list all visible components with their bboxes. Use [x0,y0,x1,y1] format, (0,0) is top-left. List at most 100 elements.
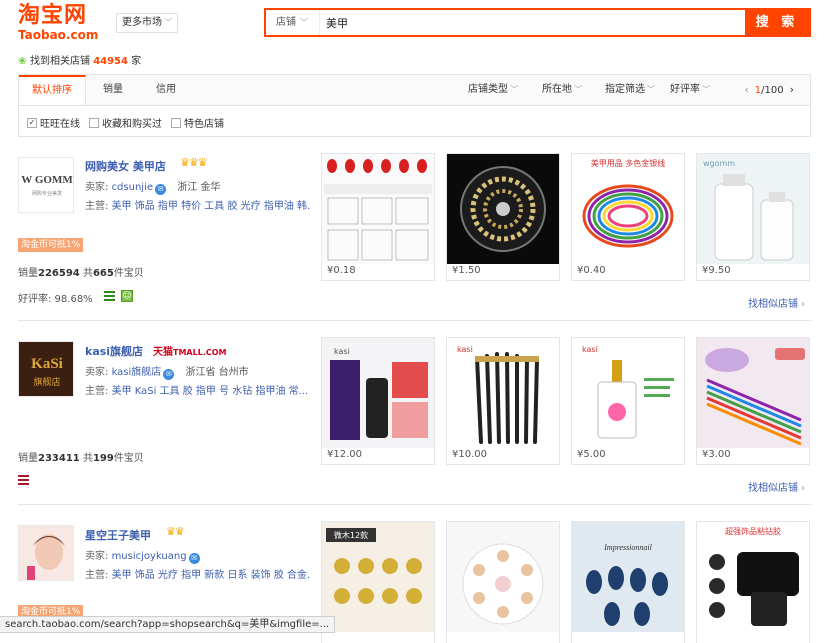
shop-logo-image: W GOMM 网购专业美发 [21,174,73,197]
checkbox-icon [171,117,181,128]
wangwang-chat-icon[interactable]: ✉ [188,553,200,564]
wangwang-chat-icon[interactable]: ✉ [155,184,167,195]
main-business: 主营: 美甲 饰品 光疗 指甲 新款 日系 装饰 胶 合金... [85,566,310,581]
shop-name-link[interactable]: kasi旗舰店 [85,343,143,359]
shop-logo[interactable]: KaSi 旗舰店 [18,341,74,397]
seller-line: 卖家: kasi旗舰店 ✉ 浙江省 台州市 [85,363,249,380]
logo-english: Taobao.com [18,28,99,42]
wangwang-chat-icon[interactable]: ✉ [163,369,175,380]
tab-default-sort[interactable]: 默认排序 [19,75,86,105]
search-input[interactable] [320,10,745,35]
check-label: 旺旺在线 [40,119,80,130]
main-keywords[interactable]: 美甲 KaSi 工具 胶 指甲 号 水钻 指甲油 常... [112,386,309,397]
product-image-caption: 超强饰品粘钻胶 [725,526,781,536]
product-card[interactable]: kasi ¥5.00 [571,337,685,465]
filter-specified[interactable]: 指定筛选 ﹀ [605,75,655,105]
tmall-badge-domain: TMALL.COM [173,348,227,357]
seller-label: 卖家: [85,551,109,562]
product-image-chrome-nails: Impressionnail [572,522,684,632]
product-card[interactable]: ¥0.18 [321,153,435,281]
search-scope-dropdown[interactable]: 店铺 ﹀ [266,10,320,35]
product-image-nail-stickers [322,154,434,264]
product-price: ¥9.50 [702,265,731,276]
items-suffix: 件宝贝 [113,268,144,279]
seller-nick-link[interactable]: musicjoykuang [112,551,187,562]
product-image-brush-set: kasi [447,338,559,448]
product-card[interactable]: Impressionnail [571,521,685,643]
search-button[interactable]: 搜 索 [745,10,809,35]
items-prefix: 共 [82,268,93,279]
chevron-right-icon: › [801,483,805,494]
product-image-nail-liquid-bottles: wgomm [697,154,809,264]
product-card[interactable]: 微木12款 [321,521,435,643]
items-prefix: 共 [82,453,93,464]
sort-bar: 默认排序 销量 信用 店铺类型 ﹀ 所在地 ﹀ 指定筛选 ﹀ 好评率 ﹀ ‹ 1/100 › [18,74,811,105]
sales-count: 226594 [38,268,80,279]
filter-shop-type[interactable]: 店铺类型 ﹀ [468,75,518,105]
product-image-nail-polish-kit: kasi [322,338,434,448]
product-card[interactable]: ¥3.00 [696,337,810,465]
seller-label: 卖家: [85,367,109,378]
tab-sales[interactable]: 销量 [87,75,139,105]
main-label: 主营: [85,201,109,212]
main-keywords[interactable]: 美甲 饰品 光疗 指甲 新款 日系 装饰 胶 合金... [112,570,310,581]
product-price: ¥12.00 [327,449,362,460]
browser-status-url: search.taobao.com/search?app=shopsearch&… [0,616,336,633]
find-similar-label: 找相似店铺 [748,299,798,310]
sales-label: 销量 [18,268,38,279]
more-markets-dropdown[interactable]: 更多市场 ﹀ [116,13,178,33]
product-card[interactable]: kasi ¥10.00 [446,337,560,465]
shop-row: W GOMM 网购专业美发 网购美女 美甲店 ♛♛♛ 卖家: cdsunjie ✉… [18,137,811,321]
product-image-caption: 微木12款 [334,530,368,540]
check-favorited-bought[interactable]: 收藏和购买过 [89,115,162,130]
product-image-caption: 美甲用品 多色金银线 [591,158,666,168]
product-card[interactable]: kasi ¥12.00 [321,337,435,465]
chevron-down-icon: ﹀ [510,85,518,94]
items-count: 199 [92,453,114,464]
chevron-down-icon: ﹀ [300,18,308,27]
taobao-logo[interactable]: 淘宝网 Taobao.com [18,4,106,44]
result-count-suffix: 家 [131,56,142,67]
check-featured-shop[interactable]: 特色店铺 [171,115,224,130]
filter-location[interactable]: 所在地 ﹀ [542,75,582,105]
main-keywords[interactable]: 美甲 饰品 指甲 特价 工具 胶 光疗 指甲油 韩... [112,201,310,212]
tab-credit[interactable]: 信用 [140,75,192,105]
product-card[interactable]: wgomm ¥9.50 [696,153,810,281]
items-suffix: 件宝贝 [113,453,144,464]
shop-name-link[interactable]: 星空王子美甲 [85,527,151,543]
seller-nick-link[interactable]: kasi旗舰店 [112,367,162,378]
seller-line: 卖家: cdsunjie ✉ 浙江 金华 [85,178,220,195]
product-price: ¥0.40 [577,265,606,276]
check-wangwang-online[interactable]: ✓ 旺旺在线 [27,115,80,130]
product-card[interactable]: 超强饰品粘钻胶 [696,521,810,643]
product-card[interactable]: ¥1.50 [446,153,560,281]
product-card[interactable]: 美甲用品 多色金银线 ¥0.40 [571,153,685,281]
shop-location: 浙江省 台州市 [185,367,249,378]
product-image-nail-charm-set: 微木12款 [322,522,434,632]
filter-specified-label: 指定筛选 [605,84,645,95]
check-label: 收藏和购买过 [102,119,162,130]
smile-face-icon: ☺ [121,290,133,302]
product-image-caption: kasi [582,345,598,354]
product-image-caption: Impressionnail [603,543,652,552]
filter-rating[interactable]: 好评率 ﹀ [670,75,710,105]
chevron-right-icon: › [801,299,805,310]
checkbox-icon [89,117,99,128]
filter-rating-label: 好评率 [670,84,700,95]
crown-rank-icon: ♛♛♛ [180,156,208,169]
shop-logo[interactable] [18,525,74,581]
shop-logo-image: KaSi 旗舰店 [31,356,63,388]
seller-nick-link[interactable]: cdsunjie [112,182,153,193]
next-page-icon[interactable]: › [790,83,794,96]
prev-page-icon[interactable]: ‹ [744,83,748,96]
chevron-down-icon: ﹀ [574,85,582,94]
items-count: 665 [92,268,114,279]
shop-name-link[interactable]: 网购美女 美甲店 [85,158,166,174]
seller-line: 卖家: musicjoykuang ✉ [85,547,200,564]
shop-logo[interactable]: W GOMM 网购专业美发 [18,157,74,213]
chevron-down-icon: ﹀ [702,85,710,94]
find-similar-shops-link[interactable]: 找相似店铺 › [748,479,805,494]
find-similar-shops-link[interactable]: 找相似店铺 › [748,295,805,310]
tmall-badge[interactable]: 天猫TMALL.COM [153,343,226,358]
product-card[interactable] [446,521,560,643]
